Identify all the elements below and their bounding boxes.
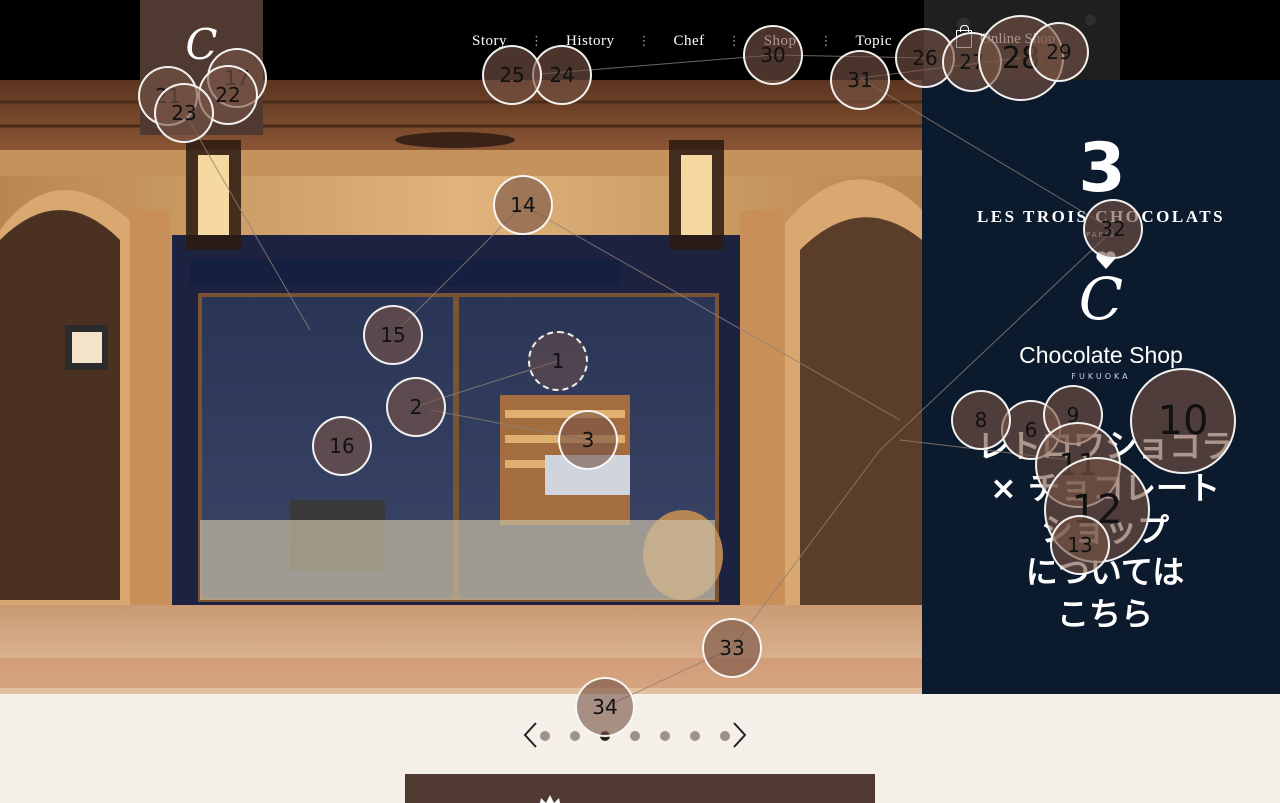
- slider-dot[interactable]: [540, 731, 550, 741]
- nav-story[interactable]: Story: [470, 33, 509, 50]
- nav-separator: ⋮: [819, 33, 833, 49]
- about-text: レトロワショコラ × チョコレート ショップ については こちら: [976, 427, 1233, 633]
- slider-dot[interactable]: [660, 731, 670, 741]
- bottom-banner: [405, 774, 875, 803]
- shop-logo-letter: C: [1078, 265, 1124, 333]
- online-shop-link: Online Shop: [956, 25, 1056, 48]
- slider-dot[interactable]: [600, 731, 610, 741]
- nav-separator: ⋮: [637, 33, 651, 49]
- nav-history[interactable]: History: [564, 33, 617, 50]
- nav-topic[interactable]: Topic: [854, 33, 894, 50]
- slider-dot[interactable]: [690, 731, 700, 741]
- shopping-bag-icon: [956, 25, 972, 48]
- hero-storefront-image: [0, 80, 922, 694]
- nav-shop[interactable]: Shop: [762, 33, 799, 50]
- main-nav: Story ⋮ History ⋮ Chef ⋮ Shop ⋮ Topic: [470, 28, 894, 54]
- about-shops-panel[interactable]: 3 LES TROIS CHOCOLATS PARIS C Chocolate …: [922, 80, 1280, 694]
- nav-chef[interactable]: Chef: [672, 33, 707, 50]
- brand-name: LES TROIS CHOCOLATS: [976, 207, 1226, 226]
- slider-dot[interactable]: [570, 731, 580, 741]
- brand-number: 3: [1078, 129, 1125, 208]
- shop-city: FUKUOKA: [1071, 372, 1131, 381]
- shop-name: Chocolate Shop: [1019, 342, 1183, 368]
- brand-city: PARIS: [1086, 231, 1116, 239]
- site-logo[interactable]: C: [140, 0, 263, 135]
- slider-dots: [540, 731, 730, 741]
- online-shop-button[interactable]: Online Shop: [924, 0, 1120, 80]
- nav-separator: ⋮: [530, 33, 544, 49]
- chevron-right-icon[interactable]: [726, 720, 756, 750]
- online-shop-label: Online Shop: [980, 30, 1056, 47]
- storefront-illustration: [0, 80, 922, 694]
- slider-dot[interactable]: [630, 731, 640, 741]
- logo-letter: C: [185, 20, 218, 69]
- nav-separator: ⋮: [727, 33, 741, 49]
- crown-icon: [540, 795, 560, 803]
